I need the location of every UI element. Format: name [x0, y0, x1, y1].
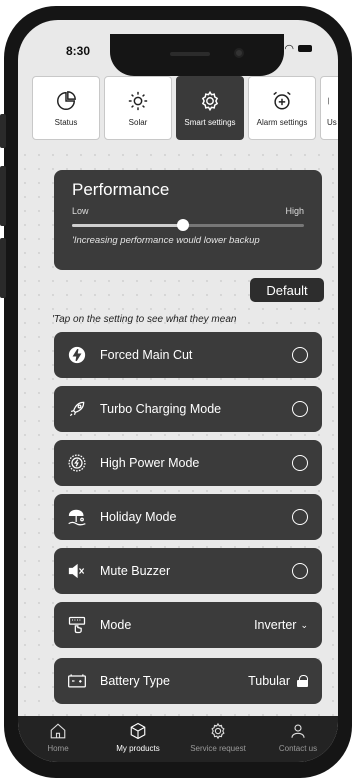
- tab-status[interactable]: Status: [32, 76, 100, 140]
- tab-label: Us tr: [327, 117, 338, 127]
- nav-service-request[interactable]: Service request: [183, 722, 253, 753]
- gear-icon: [201, 90, 219, 111]
- tab-smart-settings[interactable]: Smart settings: [176, 76, 244, 140]
- pie-chart-icon: [57, 90, 76, 110]
- setting-label: High Power Mode: [100, 456, 200, 470]
- performance-card: Performance Low High 'Increasing perform…: [54, 170, 322, 270]
- chevron-down-icon: ⌄: [300, 619, 308, 630]
- slider-thumb[interactable]: [177, 219, 190, 231]
- default-button[interactable]: Default: [250, 278, 324, 302]
- clock: 8:30: [66, 44, 91, 58]
- tab-label: Alarm settings: [256, 117, 308, 127]
- tab-solar[interactable]: Solar: [104, 76, 172, 140]
- rocket-icon: [66, 398, 88, 420]
- battery-icon: [66, 670, 88, 692]
- camera: [234, 48, 244, 58]
- side-button: [0, 238, 6, 298]
- screen: 8:30 ◠ Status Solar Smart settings Alarm…: [18, 20, 338, 762]
- radio-button[interactable]: [292, 509, 308, 525]
- setting-holiday-mode[interactable]: Holiday Mode: [54, 494, 322, 540]
- box-icon: [130, 722, 146, 740]
- battery-type-value: Tubular: [248, 674, 308, 688]
- sun-icon: [128, 91, 148, 110]
- setting-label: Mode: [100, 618, 132, 632]
- nav-my-products[interactable]: My products: [103, 722, 173, 753]
- settings-tabs: Status Solar Smart settings Alarm settin…: [32, 76, 338, 148]
- alarm-clock-icon: [273, 91, 291, 110]
- performance-title: Performance: [72, 180, 170, 199]
- setting-high-power[interactable]: High Power Mode: [54, 440, 322, 486]
- mode-switch-icon: [66, 614, 88, 636]
- tab-label: Solar: [128, 117, 148, 127]
- setting-label: Turbo Charging Mode: [100, 402, 222, 416]
- slider-fill: [72, 224, 184, 227]
- radio-button[interactable]: [292, 401, 308, 417]
- mode-value: Inverter: [254, 618, 297, 632]
- setting-label: Mute Buzzer: [100, 564, 171, 578]
- setting-mode[interactable]: Mode Inverter ⌄: [54, 602, 322, 648]
- speaker: [170, 52, 210, 56]
- power-cut-icon: [66, 344, 88, 366]
- nav-label: Service request: [190, 744, 246, 753]
- nav-label: My products: [116, 744, 160, 753]
- setting-forced-main-cut[interactable]: Forced Main Cut: [54, 332, 322, 378]
- tab-label: Status: [54, 117, 78, 127]
- mute-speaker-icon: [66, 560, 88, 582]
- notch: [110, 34, 284, 76]
- lock-icon: [297, 675, 308, 687]
- tab-label: Smart settings: [184, 117, 236, 127]
- battery-type-text: Tubular: [248, 674, 290, 688]
- radio-button[interactable]: [292, 455, 308, 471]
- nav-label: Contact us: [278, 744, 318, 753]
- beach-umbrella-icon: [66, 506, 88, 528]
- bottom-navigation: Home My products Service request Contact…: [18, 716, 338, 762]
- setting-turbo-charging[interactable]: Turbo Charging Mode: [54, 386, 322, 432]
- nav-contact-us[interactable]: Contact us: [263, 722, 333, 753]
- tab-partial[interactable]: Us tr: [320, 76, 338, 140]
- performance-note: 'Increasing performance would lower back…: [72, 235, 260, 246]
- setting-battery-type[interactable]: Battery Type Tubular: [54, 658, 322, 704]
- setting-mute-buzzer[interactable]: Mute Buzzer: [54, 548, 322, 594]
- high-label: High: [285, 206, 304, 216]
- side-button: [0, 166, 6, 226]
- side-button: [0, 114, 6, 148]
- radio-button[interactable]: [292, 347, 308, 363]
- radio-button[interactable]: [292, 563, 308, 579]
- nav-label: Home: [47, 744, 69, 753]
- performance-scale: Low High: [72, 206, 304, 216]
- nav-home[interactable]: Home: [23, 722, 93, 753]
- partial-icon: [328, 97, 329, 104]
- mode-dropdown[interactable]: Inverter ⌄: [254, 618, 308, 632]
- tap-hint: 'Tap on the setting to see what they mea…: [52, 314, 237, 325]
- person-icon: [291, 724, 305, 738]
- wifi-icon: ◠: [284, 43, 294, 55]
- setting-label: Holiday Mode: [100, 510, 177, 524]
- low-label: Low: [72, 206, 89, 216]
- tab-alarm-settings[interactable]: Alarm settings: [248, 76, 316, 140]
- high-power-icon: [66, 452, 88, 474]
- setting-label: Forced Main Cut: [100, 348, 193, 362]
- phone-frame: 8:30 ◠ Status Solar Smart settings Alarm…: [0, 6, 352, 778]
- home-icon: [50, 723, 66, 739]
- battery-status-icon: [298, 45, 312, 52]
- setting-label: Battery Type: [100, 674, 170, 688]
- performance-slider[interactable]: [72, 218, 304, 232]
- gear-icon: [211, 722, 225, 740]
